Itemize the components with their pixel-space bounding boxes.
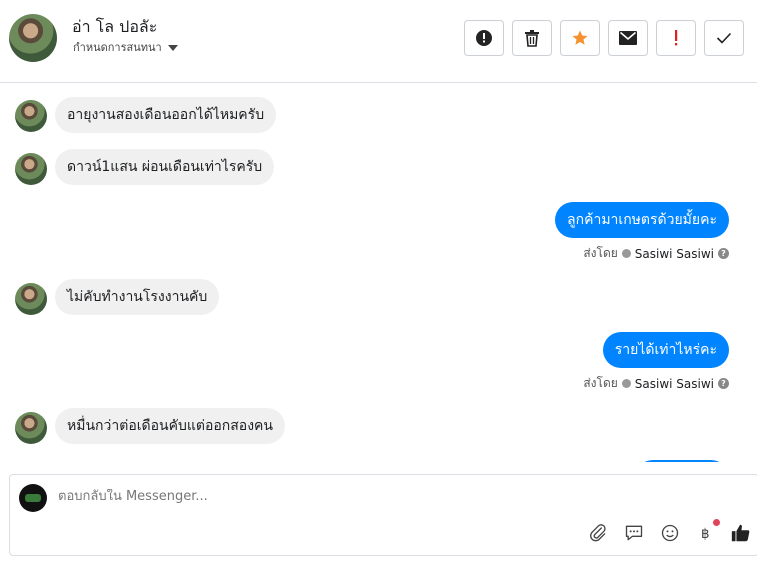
incoming-message: อายุงานสองเดือนออกได้ไหมครับ (55, 97, 277, 133)
page-avatar (19, 484, 47, 512)
contact-avatar (15, 412, 47, 444)
verified-icon (621, 249, 631, 258)
emoji-icon[interactable] (659, 522, 681, 544)
notification-dot (713, 519, 720, 526)
baht-payment-icon[interactable]: ฿ (695, 519, 720, 544)
mark-unread-button[interactable] (608, 20, 648, 56)
outgoing-message-partial (635, 460, 729, 462)
saved-reply-icon[interactable] (623, 522, 645, 544)
reply-input[interactable] (58, 489, 558, 504)
thumbs-up-icon[interactable] (730, 522, 752, 544)
incoming-message: ไม่คับทำงานโรงงานคับ (55, 279, 220, 315)
contact-avatar (15, 283, 47, 315)
sender-name: Sasiwi Sasiwi (634, 246, 714, 261)
incoming-message: ดาวน์1แสน ผ่อนเดือนเท่าไรครับ (55, 149, 275, 185)
outgoing-message: รายได้เท่าไหร่คะ (602, 332, 729, 368)
alert-circle-icon (476, 30, 492, 46)
sent-by-label: ส่งโดย (583, 376, 618, 390)
mark-done-button[interactable] (704, 20, 744, 56)
outgoing-message: ลูกค้ามาเกษตรด้วยมั้ยคะ (555, 202, 729, 238)
sent-by-label: ส่งโดย (583, 246, 618, 260)
star-button[interactable] (560, 20, 600, 56)
verified-icon (621, 379, 631, 388)
message-thread[interactable]: อายุงานสองเดือนออกได้ไหมครับ ดาวน์1แสน ผ… (0, 84, 757, 462)
mark-spam-button[interactable] (464, 20, 504, 56)
caret-down-icon (167, 44, 178, 51)
incoming-message: หมื่นกว่าต่อเดือนคับแต่ออกสองคน (55, 408, 285, 444)
delete-button[interactable] (512, 20, 552, 56)
sender-name: Sasiwi Sasiwi (634, 376, 714, 391)
star-icon (572, 30, 588, 45)
important-button[interactable] (656, 20, 696, 56)
help-icon[interactable]: ? (718, 378, 729, 389)
assign-label: กำหนดการสนทนา (73, 41, 162, 54)
contact-avatar[interactable] (9, 14, 57, 62)
exclamation-icon (675, 30, 678, 46)
trash-icon (525, 30, 539, 47)
svg-text:฿: ฿ (701, 527, 709, 542)
help-icon[interactable]: ? (718, 248, 729, 259)
sent-by-line: ส่งโดย Sasiwi Sasiwi ? (583, 374, 729, 393)
conversation-header: อ่า โล ปอลัะ กำหนดการสนทนา (0, 0, 757, 83)
assign-conversation-dropdown[interactable]: กำหนดการสนทนา (73, 38, 178, 56)
sent-by-line: ส่งโดย Sasiwi Sasiwi ? (583, 244, 729, 263)
contact-avatar (15, 100, 47, 132)
envelope-icon (619, 31, 637, 45)
paperclip-icon[interactable] (587, 522, 609, 544)
reply-composer: ฿ (9, 474, 757, 556)
contact-name[interactable]: อ่า โล ปอลัะ (72, 15, 157, 40)
contact-avatar (15, 153, 47, 185)
check-icon (716, 32, 732, 44)
